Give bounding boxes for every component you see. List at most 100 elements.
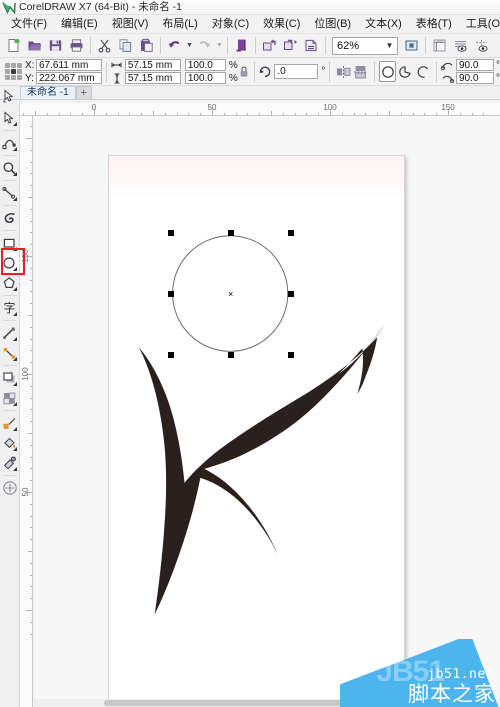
chevron-down-icon[interactable]: ▼: [382, 38, 397, 54]
horizontal-ruler[interactable]: 050100150200: [20, 103, 500, 116]
handle-bottom-left[interactable]: [168, 352, 174, 358]
menu-bitmaps[interactable]: 位图(B): [307, 15, 358, 33]
tool-flyout-arrow[interactable]: [13, 467, 17, 471]
anchor-cell[interactable]: [17, 63, 22, 68]
menu-view[interactable]: 视图(V): [105, 15, 156, 33]
save-document-button[interactable]: [45, 35, 66, 56]
tool-freehand[interactable]: [0, 183, 19, 203]
zoom-level-combobox[interactable]: 62% ▼: [332, 36, 398, 55]
document-tab-untitled1[interactable]: 未命名 -1: [20, 86, 76, 99]
selected-ellipse-shape[interactable]: [109, 156, 404, 707]
tool-ellipse[interactable]: [0, 253, 19, 273]
end-angle-input[interactable]: 90.0: [455, 72, 494, 84]
add-document-tab-button[interactable]: +: [75, 86, 92, 99]
tool-flyout-arrow[interactable]: [13, 312, 17, 316]
export-button[interactable]: [259, 35, 280, 56]
tool-zoom[interactable]: [0, 158, 19, 178]
menu-object[interactable]: 对象(C): [205, 15, 256, 33]
tool-flyout-arrow[interactable]: [13, 172, 17, 176]
anchor-cell[interactable]: [11, 75, 16, 80]
redo-button[interactable]: [194, 35, 215, 56]
anchor-cell[interactable]: [11, 63, 16, 68]
tool-rectangle[interactable]: [0, 233, 19, 253]
redo-dropdown-caret[interactable]: ▼: [215, 35, 224, 56]
tool-dimension[interactable]: [0, 323, 19, 343]
publish-pdf-button[interactable]: [301, 35, 322, 56]
handle-bottom-center[interactable]: [228, 352, 234, 358]
tool-flyout-arrow[interactable]: [13, 197, 17, 201]
menu-text[interactable]: 文本(X): [358, 15, 409, 33]
scrollbar-thumb[interactable]: [104, 700, 404, 706]
undo-dropdown-caret[interactable]: ▼: [185, 35, 194, 56]
tool-flyout-arrow[interactable]: [13, 147, 17, 151]
rotation-angle-input[interactable]: .0: [274, 64, 319, 79]
anchor-cell-center[interactable]: [11, 69, 16, 74]
paste-button[interactable]: [136, 35, 157, 56]
lock-ratio-button[interactable]: [238, 62, 250, 82]
tool-flyout-arrow[interactable]: [13, 427, 17, 431]
pie-mode-button[interactable]: [396, 61, 414, 82]
export-for-web-button[interactable]: [280, 35, 301, 56]
tool-flyout-arrow[interactable]: [13, 267, 17, 271]
handle-middle-left[interactable]: [168, 291, 174, 297]
handle-top-left[interactable]: [168, 230, 174, 236]
menu-tools[interactable]: 工具(O): [459, 15, 500, 33]
tool-text[interactable]: 字: [0, 298, 19, 318]
full-screen-preview-button[interactable]: [401, 35, 422, 56]
import-button[interactable]: [231, 35, 252, 56]
tool-polygon[interactable]: [0, 273, 19, 293]
menu-layout[interactable]: 布局(L): [155, 15, 204, 33]
handle-top-center[interactable]: [228, 230, 234, 236]
y-position-input[interactable]: 222.067 mm: [36, 72, 102, 84]
tool-color-eyedropper[interactable]: [0, 413, 19, 433]
anchor-cell[interactable]: [17, 69, 22, 74]
undo-button[interactable]: [164, 35, 185, 56]
tool-smart-fill[interactable]: [0, 478, 19, 498]
print-button[interactable]: [66, 35, 87, 56]
handle-middle-right[interactable]: [288, 291, 294, 297]
tool-flyout-arrow[interactable]: [13, 122, 17, 126]
menu-edit[interactable]: 编辑(E): [54, 15, 105, 33]
scale-y-input[interactable]: 100.0: [184, 72, 226, 84]
menu-table[interactable]: 表格(T): [409, 15, 459, 33]
tool-shape[interactable]: [0, 133, 19, 153]
tool-pick[interactable]: [0, 108, 19, 128]
tool-drop-shadow[interactable]: [0, 368, 19, 388]
drawing-canvas[interactable]: ×: [34, 116, 500, 707]
menu-effects[interactable]: 效果(C): [256, 15, 307, 33]
arc-mode-button[interactable]: [414, 61, 432, 82]
mirror-horizontal-button[interactable]: [334, 61, 352, 82]
mirror-vertical-button[interactable]: [352, 61, 370, 82]
vertical-ruler[interactable]: 150 100 50: [20, 116, 33, 707]
tool-flyout-arrow[interactable]: [13, 287, 17, 291]
tool-flyout-arrow[interactable]: [13, 447, 17, 451]
open-document-button[interactable]: [24, 35, 45, 56]
object-anchor-selector[interactable]: [5, 62, 22, 82]
x-position-input[interactable]: 67.611 mm: [36, 59, 102, 71]
document-page[interactable]: ×: [108, 155, 405, 707]
tool-connector[interactable]: [0, 343, 19, 363]
anchor-cell[interactable]: [5, 63, 10, 68]
show-grid-button[interactable]: [450, 35, 471, 56]
height-input[interactable]: 57.15 mm: [124, 72, 181, 84]
new-document-button[interactable]: [3, 35, 24, 56]
anchor-cell[interactable]: [5, 75, 10, 80]
tool-flyout-arrow[interactable]: [13, 337, 17, 341]
tool-interactive-fill[interactable]: [0, 453, 19, 473]
tool-fill[interactable]: [0, 433, 19, 453]
width-input[interactable]: 57.15 mm: [124, 59, 181, 71]
show-rulers-button[interactable]: [429, 35, 450, 56]
start-angle-input[interactable]: 90.0: [455, 59, 494, 71]
tool-transparency[interactable]: [0, 388, 19, 408]
cut-button[interactable]: [94, 35, 115, 56]
copy-button[interactable]: [115, 35, 136, 56]
tool-artistic-media[interactable]: [0, 208, 19, 228]
tool-flyout-arrow[interactable]: [13, 357, 17, 361]
horizontal-scrollbar[interactable]: [34, 699, 500, 707]
handle-bottom-right[interactable]: [288, 352, 294, 358]
anchor-cell[interactable]: [5, 69, 10, 74]
tool-flyout-arrow[interactable]: [13, 402, 17, 406]
anchor-cell[interactable]: [17, 75, 22, 80]
ellipse-mode-button[interactable]: [378, 61, 397, 82]
handle-top-right[interactable]: [288, 230, 294, 236]
